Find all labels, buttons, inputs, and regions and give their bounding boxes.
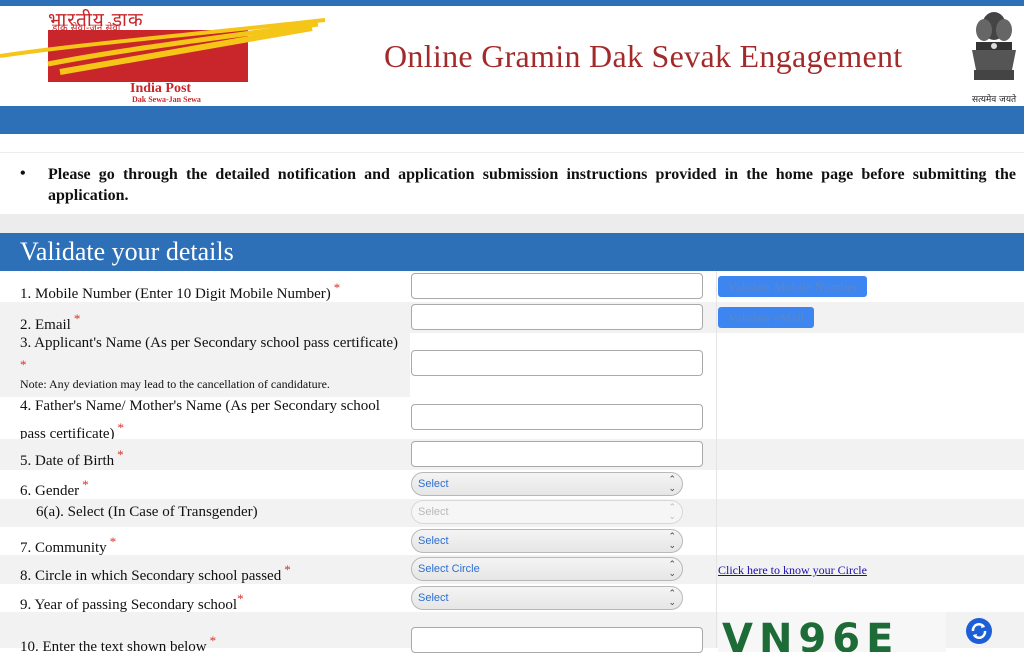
- form-row-applicant-name: 3. Applicant's Name (As per Secondary sc…: [0, 333, 1024, 397]
- year-select[interactable]: Select ⌃ ⌄: [411, 586, 683, 610]
- updown-chevron-icon: ⌃ ⌄: [668, 588, 676, 607]
- captcha-input[interactable]: [411, 627, 703, 653]
- updown-chevron-icon: ⌃ ⌄: [668, 531, 676, 550]
- notice-text: Please go through the detailed notificat…: [48, 166, 1016, 204]
- circle-label: 8. Circle in which Secondary school pass…: [20, 562, 291, 584]
- column-divider: [716, 271, 717, 648]
- community-selected-value: Select: [418, 535, 449, 547]
- dob-label: 5. Date of Birth *: [20, 447, 124, 469]
- email-label: 2. Email *: [20, 311, 81, 333]
- form-row-email: 2. Email * Validate eMail: [0, 302, 1024, 333]
- logo-swoosh-icon: [0, 18, 326, 75]
- dob-input[interactable]: [411, 441, 703, 467]
- form-row-gender: 6. Gender * Select ⌃ ⌄: [0, 470, 1024, 499]
- email-input[interactable]: [411, 304, 703, 330]
- name-deviation-note: Note: Any deviation may lead to the canc…: [20, 377, 330, 391]
- form-heading: Validate your details: [20, 237, 234, 266]
- circle-select[interactable]: Select Circle ⌃ ⌄: [411, 557, 683, 581]
- emblem-caption: सत्यमेव जयते: [972, 95, 1017, 105]
- form-row-circle: 8. Circle in which Secondary school pass…: [0, 555, 1024, 584]
- captcha-image: VN96E: [718, 612, 946, 652]
- captcha-image-text: VN96E: [722, 616, 900, 652]
- year-selected-value: Select: [418, 592, 449, 604]
- transgender-label: 6(a). Select (In Case of Transgender): [36, 504, 258, 520]
- circle-selected-value: Select Circle: [418, 563, 480, 575]
- instruction-notice: • Please go through the detailed notific…: [0, 152, 1024, 215]
- know-your-circle-link[interactable]: Click here to know your Circle: [718, 563, 867, 578]
- updown-chevron-icon: ⌃ ⌄: [668, 559, 676, 578]
- transgender-select[interactable]: Select ⌃ ⌄: [411, 500, 683, 524]
- community-select[interactable]: Select ⌃ ⌄: [411, 529, 683, 553]
- nav-bar: [0, 106, 1024, 134]
- site-header: भारतीय डाक डाक सेवा-जन सेवा India Post D…: [0, 6, 1024, 106]
- india-post-logo[interactable]: भारतीय डाक डाक सेवा-जन सेवा India Post D…: [0, 6, 330, 106]
- mobile-label: 1. Mobile Number (Enter 10 Digit Mobile …: [20, 280, 341, 302]
- gender-label: 6. Gender *: [20, 477, 89, 499]
- transgender-selected-value: Select: [418, 506, 449, 518]
- updown-chevron-icon: ⌃ ⌄: [668, 474, 676, 493]
- gender-selected-value: Select: [418, 478, 449, 490]
- captcha-label: 10. Enter the text shown below *: [20, 633, 217, 655]
- section-spacer: [0, 214, 1024, 233]
- form-row-mobile: 1. Mobile Number (Enter 10 Digit Mobile …: [0, 271, 1024, 302]
- refresh-arrows-icon: [971, 623, 987, 639]
- form-row-community: 7. Community * Select ⌃ ⌄: [0, 527, 1024, 556]
- applicant-name-input[interactable]: [411, 350, 703, 376]
- validate-email-button[interactable]: Validate eMail: [718, 307, 815, 328]
- form-row-dob: 5. Date of Birth *: [0, 439, 1024, 470]
- form-row-transgender: 6(a). Select (In Case of Transgender) Se…: [0, 499, 1024, 527]
- parent-name-input[interactable]: [411, 404, 703, 430]
- mobile-input[interactable]: [411, 273, 703, 299]
- form-heading-bar: Validate your details: [0, 233, 1024, 271]
- logo-english-tagline: Dak Sewa-Jan Sewa: [132, 95, 201, 104]
- page-title: Online Gramin Dak Sevak Engagement: [384, 38, 903, 74]
- refresh-icon[interactable]: [966, 618, 992, 644]
- validate-mobile-button[interactable]: Validate Mobile Number: [718, 276, 868, 297]
- updown-chevron-icon: ⌃ ⌄: [668, 502, 676, 521]
- national-emblem-icon: [972, 12, 1016, 80]
- gender-select[interactable]: Select ⌃ ⌄: [411, 472, 683, 496]
- notice-bullet: •: [20, 165, 26, 182]
- form-row-parent-name: 4. Father's Name/ Mother's Name (As per …: [0, 397, 1024, 442]
- parent-name-label: 4. Father's Name/ Mother's Name (As per …: [20, 398, 380, 442]
- form-row-year: 9. Year of passing Secondary school* Sel…: [0, 584, 1024, 613]
- applicant-name-label: 3. Applicant's Name (As per Secondary sc…: [20, 335, 398, 372]
